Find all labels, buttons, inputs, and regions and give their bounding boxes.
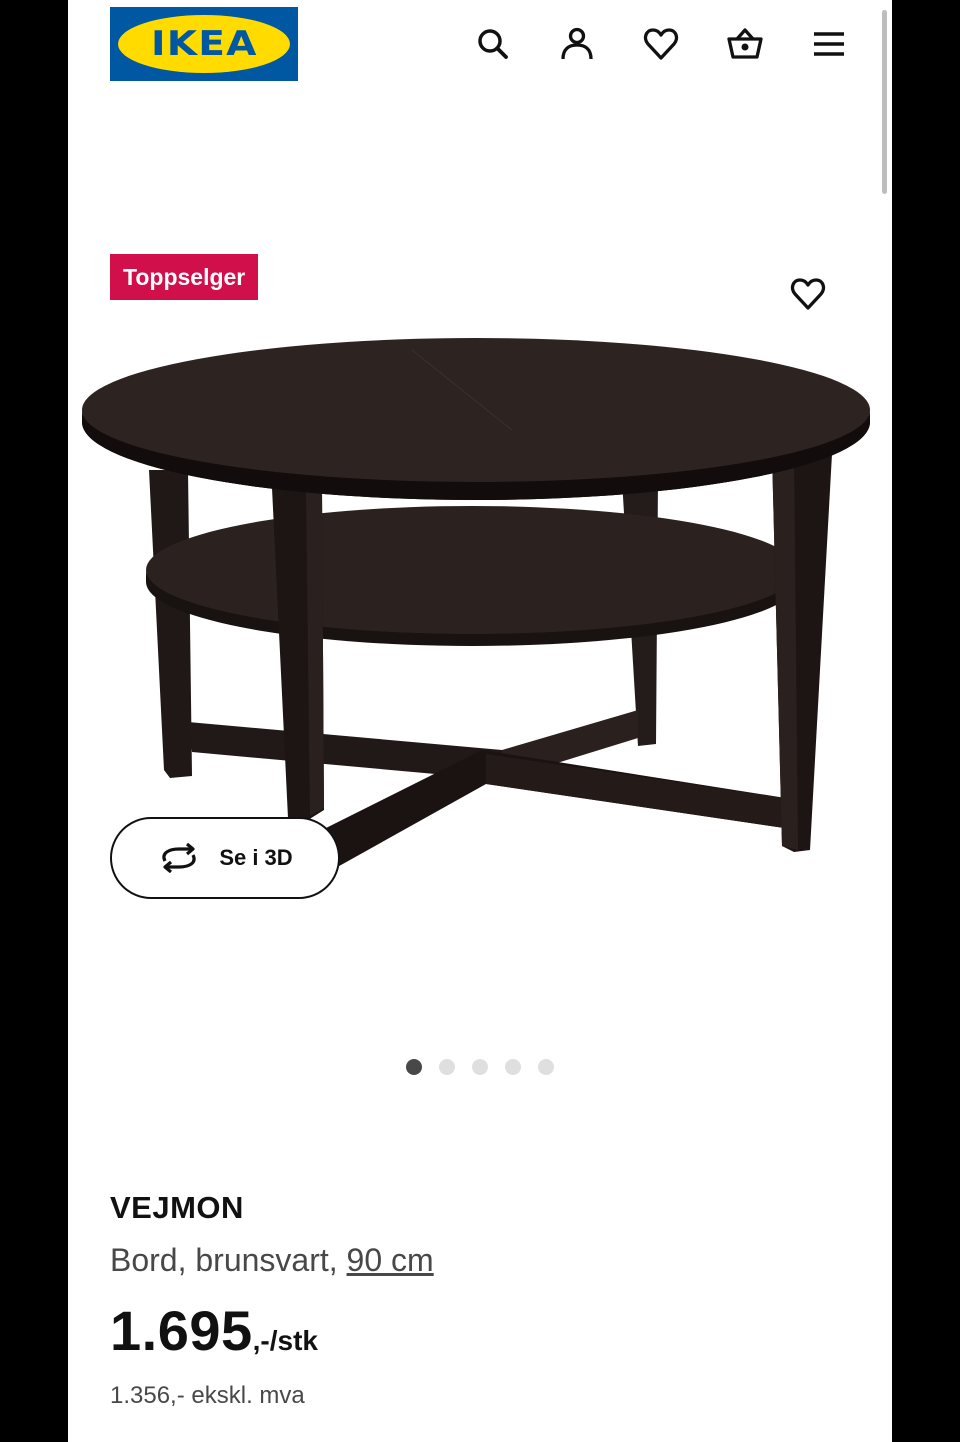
- basket-icon: [727, 28, 763, 59]
- heart-icon: [643, 28, 679, 60]
- price-excl-vat: 1.356,- ekskl. mva: [110, 1382, 305, 1409]
- image-carousel-dots: [68, 1059, 892, 1075]
- product-size-link[interactable]: 90 cm: [347, 1242, 434, 1278]
- product-page: IKEA Toppselger Se i 3D VEJMON Bord, bru…: [68, 0, 892, 1442]
- add-to-favourites-button[interactable]: [784, 270, 832, 318]
- logo-oval: IKEA: [118, 15, 290, 73]
- basket-button[interactable]: [723, 22, 767, 66]
- rotate-3d-icon: [162, 843, 196, 873]
- carousel-dot[interactable]: [538, 1059, 554, 1075]
- product-name: VEJMON: [110, 1190, 244, 1225]
- scrollbar[interactable]: [882, 10, 887, 194]
- price-value: 1.695: [110, 1299, 253, 1362]
- ikea-logo[interactable]: IKEA: [110, 7, 298, 81]
- carousel-dot[interactable]: [439, 1059, 455, 1075]
- heart-icon: [790, 278, 826, 310]
- product-description: Bord, brunsvart, 90 cm: [110, 1242, 434, 1279]
- product-price: 1.695 ,-/stk: [110, 1298, 318, 1363]
- account-button[interactable]: [555, 22, 599, 66]
- menu-button[interactable]: [807, 22, 851, 66]
- view-in-3d-label: Se i 3D: [219, 845, 293, 870]
- view-in-3d-button[interactable]: Se i 3D: [110, 817, 340, 899]
- search-icon: [478, 29, 508, 59]
- account-icon: [561, 27, 593, 60]
- search-button[interactable]: [471, 22, 515, 66]
- carousel-dot[interactable]: [406, 1059, 422, 1075]
- menu-icon: [814, 32, 844, 56]
- carousel-dot[interactable]: [472, 1059, 488, 1075]
- product-type: Bord, brunsvart,: [110, 1242, 338, 1278]
- logo-text: IKEA: [150, 24, 258, 64]
- price-unit: ,-/stk: [252, 1325, 318, 1356]
- favourites-button[interactable]: [639, 22, 683, 66]
- carousel-dot[interactable]: [505, 1059, 521, 1075]
- topseller-badge: Toppselger: [110, 254, 259, 300]
